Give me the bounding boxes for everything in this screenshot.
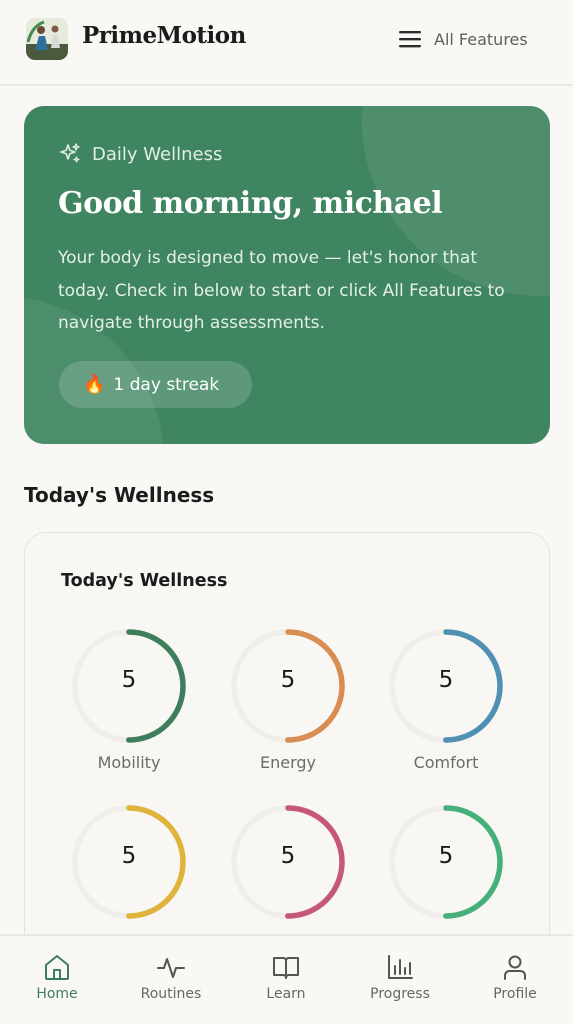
- wellness-gauge[interactable]: 5: [229, 803, 347, 953]
- streak-label: 1 day streak: [113, 374, 220, 395]
- nav-item-learn[interactable]: Learn: [229, 936, 343, 1024]
- nav-label: Learn: [266, 986, 306, 1002]
- app-logo[interactable]: [26, 18, 68, 60]
- home-icon: [45, 955, 69, 980]
- hero-tag: Daily Wellness: [58, 142, 222, 166]
- streak-badge[interactable]: 🔥 1 day streak: [59, 361, 252, 408]
- gauge-value: 5: [438, 843, 454, 869]
- brand-name: PrimeMotion: [82, 22, 246, 49]
- gauge-value: 5: [121, 667, 137, 693]
- wellness-gauge-comfort[interactable]: 5 Comfort: [387, 627, 505, 777]
- nav-item-profile[interactable]: Profile: [458, 936, 572, 1024]
- nav-item-home[interactable]: Home: [0, 936, 114, 1024]
- wellness-gauge[interactable]: 5: [70, 803, 188, 953]
- wellness-gauge[interactable]: 5: [387, 803, 505, 953]
- daily-wellness-hero: Daily Wellness Good morning, michael You…: [24, 106, 550, 444]
- wellness-gauge-mobility[interactable]: 5 Mobility: [70, 627, 188, 777]
- nav-item-progress[interactable]: Progress: [343, 936, 457, 1024]
- nav-label: Profile: [493, 986, 537, 1002]
- nav-label: Progress: [370, 986, 430, 1002]
- nav-item-routines[interactable]: Routines: [114, 936, 228, 1024]
- gauge-value: 5: [280, 667, 296, 693]
- gauge-value: 5: [438, 667, 454, 693]
- gauge-label: Energy: [259, 753, 316, 772]
- app-header: PrimeMotion All Features: [0, 0, 573, 86]
- user-icon: [504, 955, 526, 980]
- book-icon: [273, 957, 299, 979]
- nav-label: Home: [36, 986, 78, 1002]
- hamburger-icon: [399, 31, 421, 48]
- sparkles-icon: [60, 143, 80, 163]
- fire-icon: 🔥: [83, 374, 106, 395]
- hero-description: Your body is designed to move — let's ho…: [58, 248, 505, 333]
- hero-tag-label: Daily Wellness: [92, 143, 223, 165]
- wellness-card-title: Today's Wellness: [61, 571, 228, 591]
- wellness-gauge-energy[interactable]: 5 Energy: [229, 627, 347, 777]
- greeting-title: Good morning, michael: [58, 186, 443, 221]
- gauge-value: 5: [280, 843, 296, 869]
- wellness-card: Today's Wellness 5 Mobility 5 Energy 5 C…: [24, 532, 550, 1002]
- bar-chart-icon: [388, 955, 413, 979]
- all-features-button[interactable]: All Features: [398, 24, 528, 54]
- gauge-label: Mobility: [97, 753, 161, 772]
- gauge-value: 5: [121, 843, 137, 869]
- gauge-label: Comfort: [413, 753, 479, 772]
- activity-icon: [157, 958, 185, 978]
- all-features-label: All Features: [434, 29, 528, 49]
- bottom-nav: Home Routines Learn Progress Profile: [0, 934, 573, 1024]
- nav-label: Routines: [140, 986, 202, 1002]
- section-title: Today's Wellness: [24, 483, 215, 507]
